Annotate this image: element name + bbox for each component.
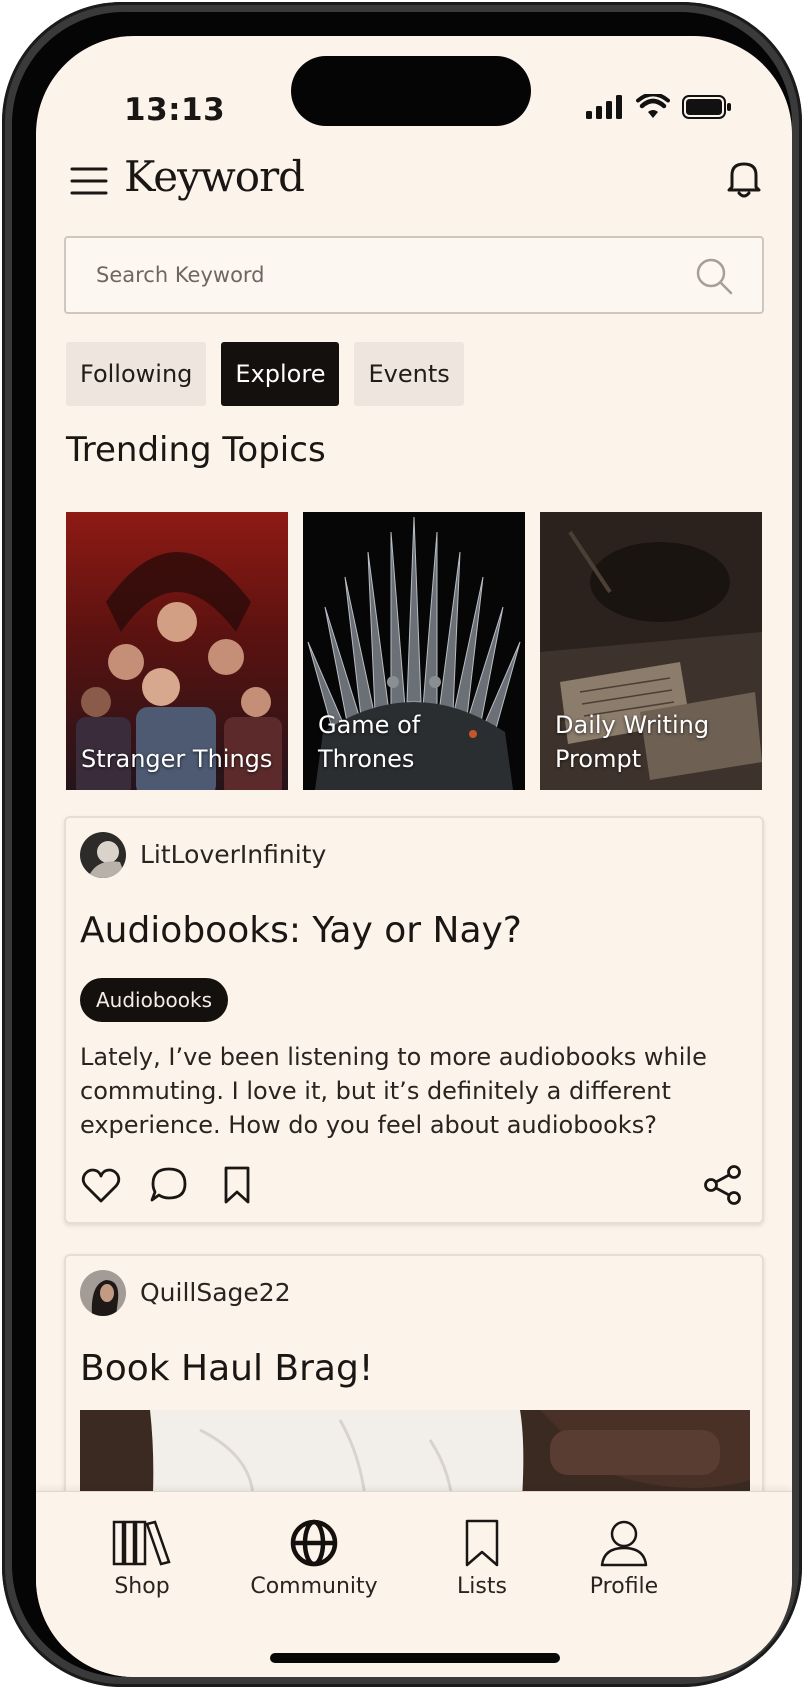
- nav-lists[interactable]: Lists: [436, 1518, 528, 1599]
- heart-icon[interactable]: [80, 1164, 122, 1206]
- nav-label: Shop: [114, 1574, 170, 1599]
- topic-card-daily-writing-prompt[interactable]: Daily Writing Prompt: [540, 512, 762, 790]
- topic-card-game-of-thrones[interactable]: Game of Thrones: [303, 512, 525, 790]
- tab-following[interactable]: Following: [66, 342, 207, 406]
- bookmark-icon: [465, 1519, 499, 1567]
- comment-icon[interactable]: [148, 1164, 190, 1206]
- search-icon[interactable]: [694, 256, 734, 296]
- phone-frame: 13:13 Keyword Search Keyword Following E…: [2, 2, 802, 1687]
- share-icon[interactable]: [702, 1164, 744, 1206]
- post-username[interactable]: QuillSage22: [140, 1278, 291, 1307]
- post-username[interactable]: LitLoverInfinity: [140, 840, 326, 869]
- hamburger-menu-icon[interactable]: [70, 166, 108, 196]
- post-body: Lately, I’ve been listening to more audi…: [80, 1043, 707, 1139]
- topic-card-stranger-things[interactable]: Stranger Things: [66, 512, 288, 790]
- post-title[interactable]: Book Haul Brag!: [80, 1348, 373, 1389]
- nav-label: Lists: [457, 1574, 507, 1599]
- wifi-icon: [636, 94, 670, 118]
- feed-tabs: Following Explore Events: [66, 342, 464, 406]
- topic-label: Stranger Things: [81, 745, 273, 773]
- search-bar[interactable]: Search Keyword: [64, 236, 764, 314]
- cellular-signal-icon: [586, 95, 622, 119]
- trending-topics-heading: Trending Topics: [66, 430, 326, 470]
- status-time: 13:13: [124, 92, 226, 128]
- post-card[interactable]: LitLoverInfinity Audiobooks: Yay or Nay?…: [64, 816, 764, 1224]
- nav-profile[interactable]: Profile: [574, 1518, 674, 1599]
- globe-icon: [290, 1519, 338, 1567]
- post-tag[interactable]: Audiobooks: [80, 978, 229, 1022]
- dynamic-island: [291, 56, 531, 126]
- books-icon: [112, 1520, 171, 1566]
- topic-label: Daily Writing Prompt: [555, 711, 710, 773]
- trending-topics-carousel: Stranger Things Game of Thrones Daily Wr…: [66, 512, 762, 790]
- nav-label: Community: [250, 1574, 378, 1599]
- app-screen: 13:13 Keyword Search Keyword Following E…: [36, 36, 792, 1677]
- bottom-navigation: Shop Community Lists Profile: [36, 1491, 792, 1677]
- phone-bezel: 13:13 Keyword Search Keyword Following E…: [12, 12, 792, 1677]
- person-icon: [600, 1520, 648, 1567]
- search-input[interactable]: Search Keyword: [96, 263, 265, 287]
- avatar[interactable]: [80, 832, 126, 878]
- nav-community[interactable]: Community: [244, 1518, 384, 1599]
- post-actions: [80, 1164, 258, 1206]
- app-logo-text: Keyword: [124, 152, 305, 201]
- tab-events[interactable]: Events: [354, 342, 464, 406]
- home-indicator[interactable]: [270, 1653, 560, 1663]
- battery-icon: [682, 95, 731, 119]
- notification-bell-icon[interactable]: [722, 156, 766, 200]
- nav-label: Profile: [589, 1574, 659, 1599]
- status-icons: [586, 94, 732, 120]
- post-title[interactable]: Audiobooks: Yay or Nay?: [80, 910, 522, 951]
- user-avatar-image: [80, 832, 126, 878]
- avatar[interactable]: [80, 1270, 126, 1316]
- tab-explore[interactable]: Explore: [221, 342, 340, 406]
- topic-label: Game of Thrones: [318, 711, 421, 773]
- bookmark-icon[interactable]: [216, 1164, 258, 1206]
- user-avatar-image: [80, 1270, 126, 1316]
- nav-shop[interactable]: Shop: [92, 1518, 192, 1599]
